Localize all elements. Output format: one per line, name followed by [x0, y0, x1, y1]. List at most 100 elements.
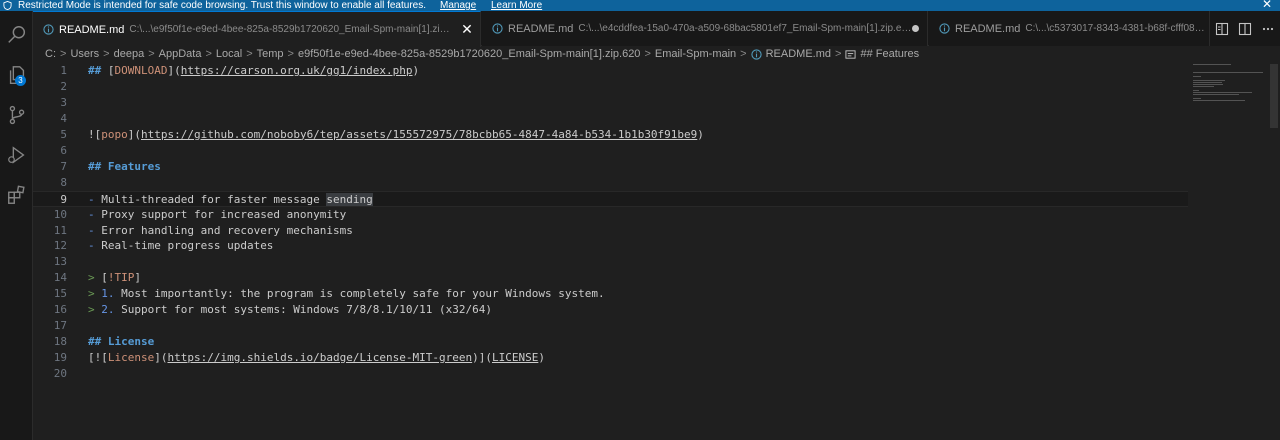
source-control-activity[interactable]	[0, 99, 33, 131]
breadcrumb-item[interactable]: deepa	[114, 48, 145, 60]
breadcrumb-item[interactable]: e9f50f1e-e9ed-4bee-825a-8529b1720620_Ema…	[298, 48, 640, 60]
line-number: 11	[53, 223, 67, 237]
code-token: >	[88, 271, 95, 285]
code-line[interactable]: 13	[33, 254, 1188, 270]
code-line[interactable]: 14 > [!TIP]	[33, 270, 1188, 286]
extensions-activity[interactable]	[0, 179, 33, 211]
code-token: Error handling and recovery mechanisms	[94, 223, 353, 237]
breadcrumb-item[interactable]: ## Features	[860, 48, 919, 60]
unsaved-dot-icon[interactable]	[912, 25, 919, 32]
close-icon[interactable]: ✕	[460, 22, 474, 36]
code-token: ![	[88, 127, 102, 141]
search-activity[interactable]	[0, 19, 33, 51]
line-content: ## License	[88, 334, 154, 350]
code-token: [	[107, 64, 115, 77]
symbol-string-icon	[845, 49, 856, 59]
search-icon	[7, 26, 25, 43]
run-debug-activity[interactable]	[0, 139, 33, 171]
breadcrumb-separator-icon: >	[740, 48, 747, 60]
open-preview-icon[interactable]	[1215, 22, 1229, 36]
minimap-line	[1193, 90, 1199, 91]
code-line[interactable]: 17	[33, 318, 1188, 334]
code-token: 2.	[101, 303, 115, 317]
minimap[interactable]	[1188, 62, 1268, 440]
tab-path: C:\...\c5373017-8343-4381-b68f-cfff08064…	[1025, 23, 1209, 34]
manage-link[interactable]: Manage	[440, 0, 476, 11]
code-link-token[interactable]: https://github.com/noboby6/tep/assets/15…	[141, 128, 697, 141]
breadcrumb-item[interactable]: C:	[45, 48, 56, 60]
split-editor-icon[interactable]	[1238, 22, 1252, 36]
tab-readme-active[interactable]: README.md C:\...\e9f50f1e-e9ed-4bee-825a…	[33, 11, 481, 47]
code-line[interactable]: 5 ![popo](https://github.com/noboby6/tep/…	[33, 127, 1188, 143]
code-token: ## Features	[88, 159, 161, 173]
minimap-line	[1193, 94, 1239, 95]
scrollbar-thumb[interactable]	[1270, 64, 1278, 128]
code-line[interactable]: 12 - Real-time progress updates	[33, 238, 1188, 254]
more-actions-icon[interactable]	[1261, 22, 1275, 36]
code-line[interactable]: 19 [![License](https://img.shields.io/bad…	[33, 350, 1188, 366]
code-line[interactable]: 2	[33, 79, 1188, 95]
breadcrumb-item[interactable]: Users	[70, 48, 99, 60]
code-token: Proxy support for increased anonymity	[94, 207, 347, 221]
line-number: 5	[60, 127, 67, 141]
explorer-badge: 3	[15, 75, 26, 86]
breadcrumb-separator-icon: >	[148, 48, 155, 60]
code-token: )	[697, 127, 704, 141]
code-token: [![	[88, 351, 108, 365]
code-line[interactable]: 3	[33, 95, 1188, 111]
breadcrumb-item[interactable]: README.md	[766, 48, 831, 60]
breadcrumb-separator-icon: >	[287, 48, 294, 60]
breadcrumb-item[interactable]: Email-Spm-main	[655, 48, 736, 60]
code-line[interactable]: 6	[33, 143, 1188, 159]
code-line[interactable]: 7 ## Features	[33, 159, 1188, 175]
line-number: 16	[53, 303, 67, 317]
code-line[interactable]: 15 > 1. Most importantly: the program is …	[33, 286, 1188, 302]
info-icon	[939, 23, 950, 34]
code-link-token[interactable]: https://img.shields.io/badge/License-MIT…	[167, 351, 472, 364]
line-content: > 1. Most importantly: the program is co…	[88, 286, 605, 302]
breadcrumb-item[interactable]: Local	[216, 48, 242, 60]
code-link-token[interactable]: https://carson.org.uk/gg1/index.php	[181, 64, 413, 77]
learn-more-link[interactable]: Learn More	[491, 0, 542, 11]
line-number: 13	[53, 255, 67, 269]
code-line[interactable]: 1 ## [DOWNLOAD](https://carson.org.uk/gg1…	[33, 63, 1188, 79]
code-line[interactable]: 10 - Proxy support for increased anonymit…	[33, 207, 1188, 223]
code-token: )	[412, 64, 420, 77]
code-line[interactable]: 16 > 2. Support for most systems: Windows…	[33, 302, 1188, 318]
breadcrumb-separator-icon: >	[103, 48, 110, 60]
minimap-line	[1193, 84, 1223, 85]
line-number: 3	[60, 95, 67, 109]
line-content: [![License](https://img.shields.io/badge…	[88, 350, 545, 366]
breadcrumb-item[interactable]: AppData	[159, 48, 202, 60]
banner-close-icon[interactable]: ✕	[1262, 0, 1272, 10]
code-token: Support for most systems: Windows 7/8/8.…	[114, 303, 492, 317]
explorer-activity[interactable]: 3	[0, 59, 33, 91]
line-content: ## Features	[88, 159, 161, 175]
code-line[interactable]: 11 - Error handling and recovery mechanis…	[33, 223, 1188, 239]
code-line[interactable]: 4	[33, 111, 1188, 127]
tab-readme-2[interactable]: README.md C:\...\e4cddfea-15a0-470a-a509…	[482, 11, 928, 46]
minimap-line	[1193, 92, 1252, 93]
breadcrumb-item[interactable]: Temp	[257, 48, 284, 60]
breadcrumb-separator-icon: >	[60, 48, 67, 60]
code-line[interactable]: 20	[33, 366, 1188, 382]
code-token: -	[88, 223, 95, 237]
minimap-line	[1193, 64, 1231, 65]
tab-readme-3[interactable]: README.md C:\...\c5373017-8343-4381-b68f…	[929, 11, 1210, 46]
line-content: - Real-time progress updates	[88, 238, 273, 254]
code-line[interactable]: 18 ## License	[33, 334, 1188, 350]
line-content: ![popo](https://github.com/noboby6/tep/a…	[88, 127, 704, 143]
code-token: -	[88, 239, 95, 253]
line-content: - Error handling and recovery mechanisms	[88, 223, 353, 239]
code-token: 1.	[101, 287, 115, 301]
minimap-line	[1193, 98, 1201, 99]
editor-text-area[interactable]: 1 ## [DOWNLOAD](https://carson.org.uk/gg1…	[33, 62, 1188, 440]
tab-path: C:\...\e9f50f1e-e9ed-4bee-825a-8529b1720…	[129, 24, 455, 35]
info-icon	[492, 23, 503, 34]
code-line[interactable]: 8	[33, 175, 1188, 191]
code-line[interactable]: 9 - Multi-threaded for faster message sen…	[33, 190, 1188, 207]
code-link-token[interactable]: LICENSE	[492, 351, 538, 364]
line-number: 20	[53, 367, 67, 381]
code-token: ##	[88, 64, 108, 77]
code-token: ](	[167, 64, 181, 77]
